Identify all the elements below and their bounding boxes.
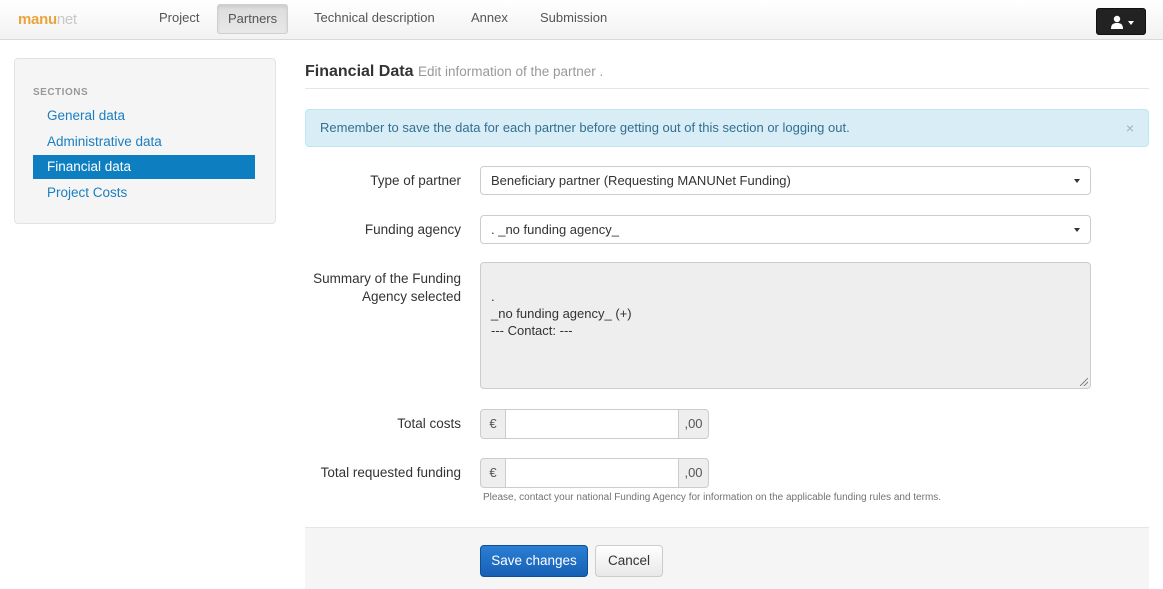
- close-icon[interactable]: ×: [1126, 110, 1134, 146]
- summary-value: . _no funding agency_ (+) --- Contact: -…: [491, 289, 632, 338]
- sidebar-item-administrative-data[interactable]: Administrative data: [33, 130, 255, 154]
- nav-annex[interactable]: Annex: [461, 4, 518, 34]
- top-navbar: manunet Project Partners Technical descr…: [0, 0, 1163, 40]
- brand-logo-part1: manu: [18, 11, 57, 28]
- chevron-down-icon: [1074, 228, 1080, 232]
- sidebar-item-financial-data[interactable]: Financial data: [33, 155, 255, 179]
- total-costs-input[interactable]: [505, 409, 679, 439]
- type-of-partner-select[interactable]: Beneficiary partner (Requesting MANUNet …: [480, 166, 1091, 195]
- page-title: Financial Data Edit information of the p…: [305, 63, 603, 81]
- euro-prefix: €: [480, 458, 506, 488]
- user-menu-button[interactable]: [1096, 8, 1146, 35]
- summary-textarea[interactable]: . _no funding agency_ (+) --- Contact: -…: [480, 262, 1091, 389]
- total-requested-funding-group: € ,00: [480, 458, 709, 488]
- resize-handle-icon[interactable]: [1080, 378, 1088, 386]
- cents-suffix: ,00: [678, 458, 709, 488]
- summary-label-line1: Summary of the Funding: [313, 271, 461, 286]
- save-button[interactable]: Save changes: [480, 545, 588, 577]
- total-costs-label: Total costs: [397, 416, 461, 431]
- nav-project[interactable]: Project: [149, 4, 209, 34]
- nav-partners[interactable]: Partners: [217, 4, 289, 34]
- nav-technical-description[interactable]: Technical description: [304, 4, 445, 34]
- alert-message: Remember to save the data for each partn…: [320, 120, 850, 135]
- info-alert: Remember to save the data for each partn…: [305, 109, 1149, 147]
- total-costs-group: € ,00: [480, 409, 709, 439]
- page-subtitle: Edit information of the partner .: [417, 64, 604, 79]
- euro-prefix: €: [480, 409, 506, 439]
- user-icon: [1111, 15, 1123, 29]
- divider: [305, 88, 1149, 89]
- summary-label-line2: Agency selected: [361, 289, 461, 304]
- help-text: Please, contact your national Funding Ag…: [483, 492, 942, 503]
- funding-agency-value: . _no funding agency_: [491, 222, 619, 237]
- sidebar-header: SECTIONS: [33, 87, 89, 98]
- cents-suffix: ,00: [678, 409, 709, 439]
- funding-agency-label: Funding agency: [364, 222, 461, 237]
- brand-logo[interactable]: manunet: [18, 11, 77, 28]
- summary-label: Summary of the Funding Agency selected: [291, 270, 461, 306]
- brand-logo-part2: net: [56, 11, 77, 28]
- page-title-main: Financial Data: [305, 63, 414, 80]
- total-requested-funding-label: Total requested funding: [320, 465, 461, 480]
- cancel-button[interactable]: Cancel: [595, 545, 663, 577]
- chevron-down-icon: [1128, 21, 1134, 25]
- type-of-partner-label: Type of partner: [370, 173, 461, 188]
- funding-agency-select[interactable]: . _no funding agency_: [480, 215, 1091, 244]
- type-of-partner-value: Beneficiary partner (Requesting MANUNet …: [491, 173, 791, 188]
- form-actions-bar: [305, 527, 1149, 589]
- sidebar-item-project-costs[interactable]: Project Costs: [33, 181, 255, 205]
- chevron-down-icon: [1074, 179, 1080, 183]
- total-requested-funding-input[interactable]: [505, 458, 679, 488]
- sidebar-item-general-data[interactable]: General data: [33, 104, 255, 128]
- nav-submission[interactable]: Submission: [530, 4, 617, 34]
